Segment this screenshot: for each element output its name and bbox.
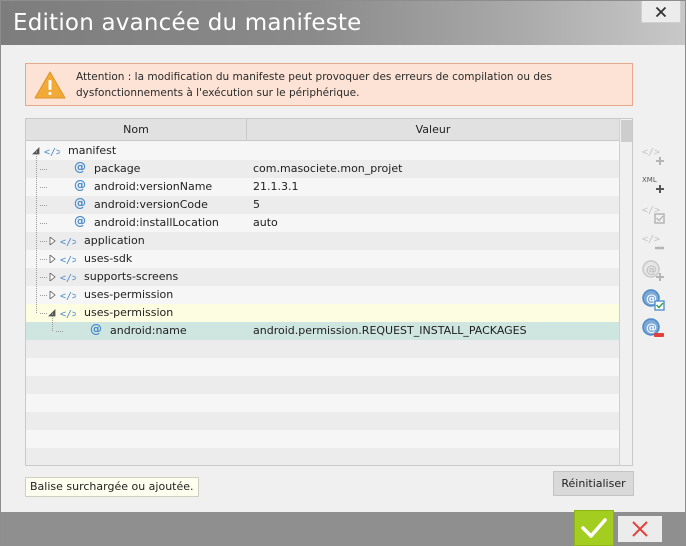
row-value: 5 xyxy=(253,198,260,211)
table-row[interactable]: @ android:versionCode 5 xyxy=(26,196,619,214)
svg-text:</>: </> xyxy=(642,234,660,245)
row-name: android:versionName xyxy=(94,180,213,193)
table-row[interactable]: </> supports-screens xyxy=(26,268,619,286)
dialog-title: Edition avancée du manifeste xyxy=(13,10,362,36)
empty-row xyxy=(26,412,619,430)
empty-row xyxy=(26,358,619,376)
manifest-editor-dialog: Edition avancée du manifeste Attention :… xyxy=(0,0,686,546)
edit-attribute-icon: @ xyxy=(642,289,665,311)
expand-arrow-icon[interactable] xyxy=(48,255,56,263)
vertical-scrollbar[interactable] xyxy=(619,119,632,465)
svg-text:@: @ xyxy=(646,263,657,276)
row-name: android:versionCode xyxy=(94,198,208,211)
row-value: 21.1.3.1 xyxy=(253,180,299,193)
scrollbar-thumb[interactable] xyxy=(621,120,632,142)
manifest-tree-grid[interactable]: Nom Valeur </> manifest @ package com.masoci… xyxy=(25,118,633,466)
row-name: uses-permission xyxy=(84,306,174,319)
add-tag-button[interactable]: </> xyxy=(641,143,665,167)
row-name: android:name xyxy=(110,324,187,337)
close-icon xyxy=(655,6,667,17)
expand-arrow-icon[interactable] xyxy=(48,273,56,281)
cancel-button[interactable] xyxy=(618,516,662,542)
svg-text:</>: </> xyxy=(60,255,76,266)
empty-row xyxy=(26,376,619,394)
warning-icon xyxy=(34,71,66,99)
add-xml-button[interactable]: XML xyxy=(641,172,665,196)
table-row[interactable]: </> uses-permission xyxy=(26,286,619,304)
table-row[interactable]: @ android:versionName 21.1.3.1 xyxy=(26,178,619,196)
svg-text:@: @ xyxy=(646,321,657,334)
warning-banner: Attention : la modification du manifeste… xyxy=(25,63,633,106)
cross-icon xyxy=(632,521,648,537)
row-name: uses-permission xyxy=(84,288,174,301)
row-value: auto xyxy=(253,216,278,229)
attribute-icon: @ xyxy=(90,322,102,336)
attribute-icon: @ xyxy=(74,178,86,192)
svg-text:</>: </> xyxy=(44,147,60,158)
xml-tag-icon: </> xyxy=(44,147,60,158)
svg-text:</>: </> xyxy=(642,147,660,158)
table-row[interactable]: </> uses-permission xyxy=(26,304,619,322)
xml-tag-icon: </> xyxy=(60,237,76,248)
title-bar[interactable]: Edition avancée du manifeste xyxy=(1,1,685,45)
xml-tag-icon: </> xyxy=(60,255,76,266)
attribute-icon: @ xyxy=(74,196,86,210)
row-value: com.masociete.mon_projet xyxy=(253,162,403,175)
column-header-value[interactable]: Valeur xyxy=(247,123,619,136)
row-name: supports-screens xyxy=(84,270,179,283)
row-name: uses-sdk xyxy=(84,252,133,265)
xml-label: XML xyxy=(642,176,657,184)
remove-tag-button[interactable]: </> xyxy=(641,230,665,254)
xml-tag-icon: </> xyxy=(60,291,76,302)
svg-text:</>: </> xyxy=(60,291,76,302)
expand-arrow-icon[interactable] xyxy=(48,291,56,299)
table-row[interactable]: @ package com.masociete.mon_projet xyxy=(26,160,619,178)
empty-row xyxy=(26,340,619,358)
table-row[interactable]: </> application xyxy=(26,232,619,250)
legend-overridden-tag: Balise surchargée ou ajoutée. xyxy=(25,477,199,497)
empty-row xyxy=(26,448,619,465)
svg-text:</>: </> xyxy=(60,309,76,320)
table-row[interactable]: </> manifest xyxy=(26,142,619,160)
row-name: package xyxy=(94,162,141,175)
table-row[interactable]: @ android:name android.permission.REQUEST_… xyxy=(26,322,619,340)
close-button[interactable] xyxy=(641,1,681,23)
row-name: manifest xyxy=(68,144,117,157)
remove-attribute-button[interactable]: @ xyxy=(641,317,665,341)
empty-row xyxy=(26,394,619,412)
svg-text:</>: </> xyxy=(60,237,76,248)
row-value: android.permission.REQUEST_INSTALL_PACKA… xyxy=(253,324,527,337)
expand-arrow-icon[interactable] xyxy=(48,237,56,245)
ok-button[interactable] xyxy=(574,510,614,546)
remove-attribute-icon: @ xyxy=(642,318,664,337)
row-name: android:installLocation xyxy=(94,216,219,229)
edit-tag-button[interactable]: </> xyxy=(641,201,665,225)
warning-message: Attention : la modification du manifeste… xyxy=(76,71,552,99)
table-row[interactable]: @ android:installLocation auto xyxy=(26,214,619,232)
row-name: application xyxy=(84,234,145,247)
add-xml-icon: XML xyxy=(642,176,664,193)
grid-header: Nom Valeur xyxy=(26,119,619,141)
attribute-icon: @ xyxy=(74,160,86,174)
xml-tag-icon: </> xyxy=(60,309,76,320)
add-attribute-icon: @ xyxy=(642,260,664,281)
column-header-name[interactable]: Nom xyxy=(26,123,246,136)
empty-row xyxy=(26,430,619,448)
svg-text:</>: </> xyxy=(60,273,76,284)
attribute-icon: @ xyxy=(74,214,86,228)
add-attribute-button[interactable]: @ xyxy=(641,259,665,283)
remove-tag-icon: </> xyxy=(642,234,664,250)
edit-tag-icon: </> xyxy=(642,205,665,224)
edit-attribute-button[interactable]: @ xyxy=(641,288,665,312)
xml-tag-icon: </> xyxy=(60,273,76,284)
reset-button[interactable]: Réinitialiser xyxy=(553,471,634,496)
table-row[interactable]: </> uses-sdk xyxy=(26,250,619,268)
check-icon xyxy=(581,518,607,538)
add-tag-icon: </> xyxy=(642,147,664,165)
